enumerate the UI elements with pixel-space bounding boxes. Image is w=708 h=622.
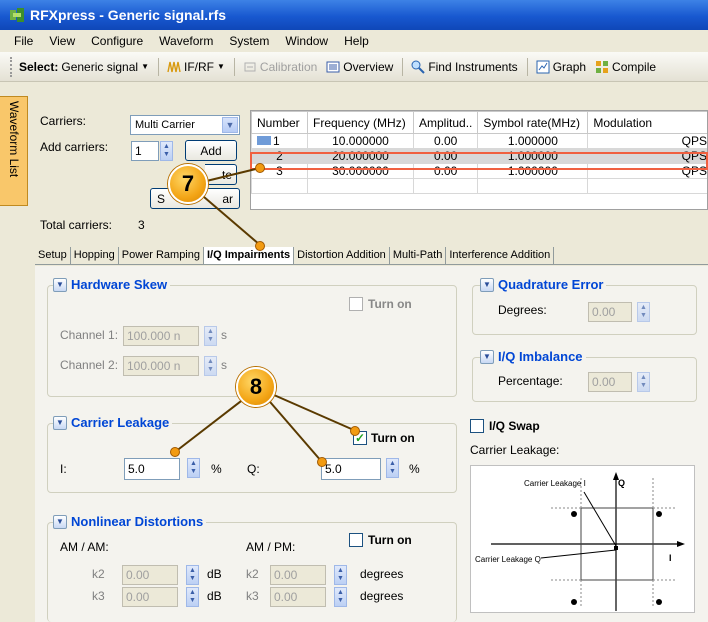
- callout-8: 8: [236, 367, 276, 407]
- callout-pointer-dot: [255, 241, 265, 251]
- callout-lines: [174, 167, 357, 463]
- callout-pointer-dot: [255, 163, 265, 173]
- callout-7: 7: [168, 164, 208, 204]
- callout-pointer-dot: [317, 457, 327, 467]
- callout-pointer-dot: [350, 426, 360, 436]
- callout-pointer-dot: [170, 447, 180, 457]
